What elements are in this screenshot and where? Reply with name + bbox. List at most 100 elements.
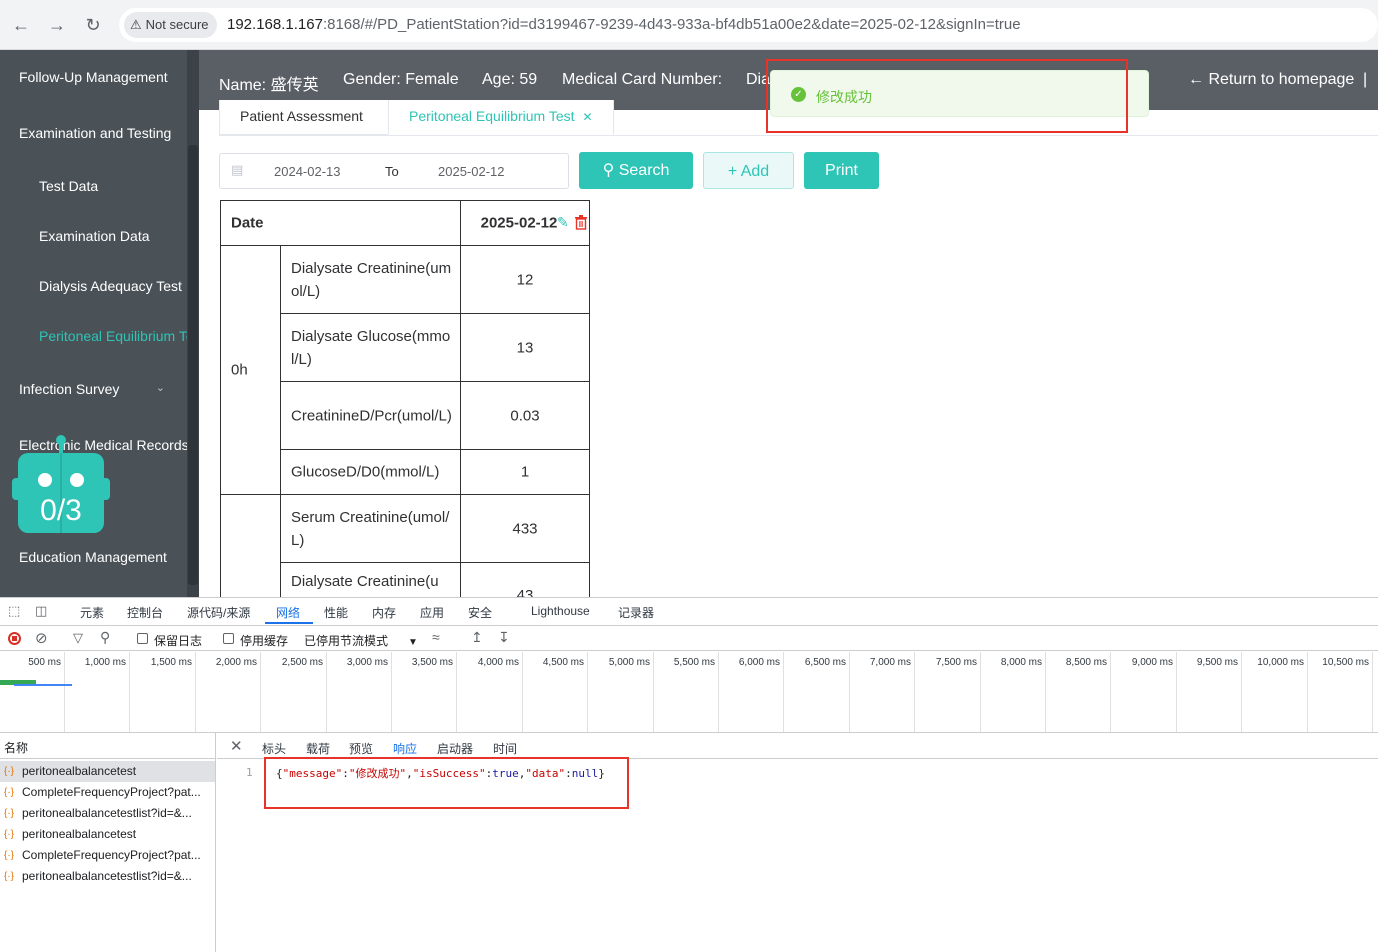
row-value-cell[interactable]: 433 (460, 494, 590, 563)
arrow-left-icon: ← (1188, 71, 1204, 88)
timeline-tick-label: 7,500 ms (935, 657, 977, 668)
timeline-tick-label: 2,500 ms (281, 657, 323, 668)
edit-icon[interactable]: ✎ (557, 214, 569, 231)
timeline-tick-label: 4,500 ms (542, 657, 584, 668)
line-number: 1 (246, 766, 253, 779)
sidebar-item-follow-up[interactable]: Follow-Up Management (0, 69, 187, 85)
tab-patient-assessment[interactable]: Patient Assessment (219, 100, 389, 135)
panel-tab-preview[interactable]: 预览 (349, 740, 373, 757)
timeline-tick-label: 6,000 ms (738, 657, 780, 668)
timeline-gridline (129, 652, 130, 732)
request-row[interactable]: {·} peritonealbalancetest (0, 824, 215, 845)
sidebar-item-dialysis-adequacy[interactable]: Dialysis Adequacy Test (0, 278, 187, 294)
sidebar-item-examination-testing[interactable]: Examination and Testing (0, 125, 187, 141)
url-text[interactable]: 192.168.1.167:8168/#/PD_PatientStation?i… (227, 8, 1021, 42)
request-row[interactable]: {·} peritonealbalancetestlist?id=&... (0, 866, 215, 887)
panel-tab-initiator[interactable]: 启动器 (437, 740, 473, 757)
date-separator: To (385, 164, 399, 179)
devtools-panel: ⬚ ◫ 元素 控制台 源代码/来源 网络 性能 内存 应用 安全 Lightho… (0, 597, 1378, 952)
warning-icon: ⚠ (130, 17, 142, 32)
network-timeline[interactable]: 500 ms 1,000 ms 1,500 ms 2,000 ms 2,500 ms 3,… (0, 598, 1378, 738)
not-secure-chip[interactable]: ⚠ Not secure (124, 12, 217, 38)
request-row[interactable]: {·} peritonealbalancetest (0, 761, 215, 782)
close-tab-icon[interactable]: ✕ (583, 110, 593, 124)
sidebar-item-education[interactable]: Education Management (0, 549, 187, 565)
timeline-tick-label: 9,000 ms (1131, 657, 1173, 668)
timeline-tick-label: 6,500 ms (804, 657, 846, 668)
header-separator: | (1363, 71, 1368, 88)
address-bar[interactable]: ⚠ Not secure 192.168.1.167:8168/#/PD_Pati… (119, 8, 1378, 42)
timeline-tick-label: 5,500 ms (673, 657, 715, 668)
request-row[interactable]: {·} peritonealbalancetestlist?id=&... (0, 803, 215, 824)
timeline-tick-label: 1,000 ms (84, 657, 126, 668)
return-homepage-link[interactable]: ← Return to homepage (1188, 71, 1354, 89)
xhr-icon: {·} (4, 871, 15, 882)
plus-icon: + (727, 163, 738, 180)
timeline-bar (14, 684, 72, 686)
xhr-icon: {·} (4, 829, 15, 840)
chevron-down-icon: ⌄ (155, 382, 165, 394)
request-row[interactable]: {·} CompleteFrequencyProject?pat... (0, 782, 215, 803)
panel-tab-payload[interactable]: 载荷 (306, 740, 330, 757)
timeline-gridline (587, 652, 588, 732)
search-icon: ⚲ (602, 162, 615, 179)
name-column-header[interactable]: 名称 (4, 739, 28, 756)
xhr-icon: {·} (4, 766, 15, 777)
group-0h-cell: 0h (220, 245, 281, 495)
reload-icon[interactable]: ↻ (80, 12, 106, 38)
date-header-cell: Date (220, 200, 461, 246)
xhr-icon: {·} (4, 850, 15, 861)
panel-tab-response[interactable]: 响应 (393, 740, 417, 757)
tab-peritoneal-equilibrium[interactable]: Peritoneal Equilibrium Test ✕ (388, 100, 614, 135)
sidebar-scroll-thumb[interactable] (188, 145, 198, 585)
row-value-cell[interactable]: 12 (460, 245, 590, 314)
sidebar-item-examination-data[interactable]: Examination Data (0, 228, 187, 244)
delete-icon[interactable] (574, 215, 588, 234)
timeline-tick-label: 10,500 ms (1322, 657, 1369, 668)
panel-tab-headers[interactable]: 标头 (262, 740, 286, 757)
timeline-gridline (260, 652, 261, 732)
row-label-cell: Serum Creatinine(umol/L) (280, 494, 461, 563)
print-button[interactable]: Print (804, 152, 879, 189)
sidebar-item-peritoneal-equilibrium[interactable]: Peritoneal Equilibrium Test (0, 328, 187, 344)
add-button[interactable]: + Add (703, 152, 794, 189)
timeline-gridline (1241, 652, 1242, 732)
row-label-cell: Dialysate Creatinine(u (280, 562, 461, 597)
request-list: 名称 {·} peritonealbalancetest {·} CompleteF… (0, 733, 216, 952)
row-label-cell: CreatinineD/Pcr(umol/L) (280, 381, 461, 450)
timeline-gridline (1372, 652, 1373, 732)
timeline-tick-label: 500 ms (28, 657, 61, 668)
timeline-tick-label: 9,500 ms (1196, 657, 1238, 668)
date-range-picker[interactable]: ▤ 2024-02-13 To 2025-02-12 (219, 153, 569, 189)
back-icon[interactable]: ← (8, 12, 34, 38)
row-label-cell: Dialysate Glucose(mmol/L) (280, 313, 461, 382)
timeline-tick-label: 7,000 ms (869, 657, 911, 668)
patient-name: Name: 盛传英 (219, 77, 319, 94)
timeline-tick-label: 8,500 ms (1065, 657, 1107, 668)
row-value-cell[interactable]: 13 (460, 313, 590, 382)
row-label-cell: Dialysate Creatinine(umol/L) (280, 245, 461, 314)
row-value-cell[interactable]: 43 (460, 562, 590, 597)
forward-icon[interactable]: → (44, 12, 70, 38)
row-value-cell[interactable]: 0.03 (460, 381, 590, 450)
xhr-icon: {·} (4, 808, 15, 819)
group-next-cell (220, 494, 281, 597)
search-button[interactable]: ⚲ Search (579, 152, 693, 189)
sidebar-item-test-data[interactable]: Test Data (0, 178, 187, 194)
browser-toolbar: ← → ↻ ⚠ Not secure 192.168.1.167:8168/#/P… (0, 0, 1378, 50)
date-column-header: 2025-02-12 ✎ (460, 200, 590, 246)
pet-table: Date 2025-02-12 ✎ 0h Dialysate Creatinin… (220, 200, 590, 597)
row-value-cell[interactable]: 1 (460, 449, 590, 495)
timeline-tick-label: 10,000 ms (1257, 657, 1304, 668)
sidebar-item-infection-survey[interactable]: Infection Survey ⌄ (0, 381, 187, 397)
start-date[interactable]: 2024-02-13 (274, 164, 341, 179)
timeline-tick-label: 3,000 ms (346, 657, 388, 668)
panel-tab-timing[interactable]: 时间 (493, 740, 517, 757)
end-date[interactable]: 2025-02-12 (438, 164, 505, 179)
request-row[interactable]: {·} CompleteFrequencyProject?pat... (0, 845, 215, 866)
xhr-icon: {·} (4, 787, 15, 798)
timeline-tick-label: 8,000 ms (1000, 657, 1042, 668)
timeline-gridline (456, 652, 457, 732)
close-panel-icon[interactable]: ✕ (230, 737, 243, 755)
robot-assistant-widget[interactable]: 0/3 (12, 432, 110, 534)
